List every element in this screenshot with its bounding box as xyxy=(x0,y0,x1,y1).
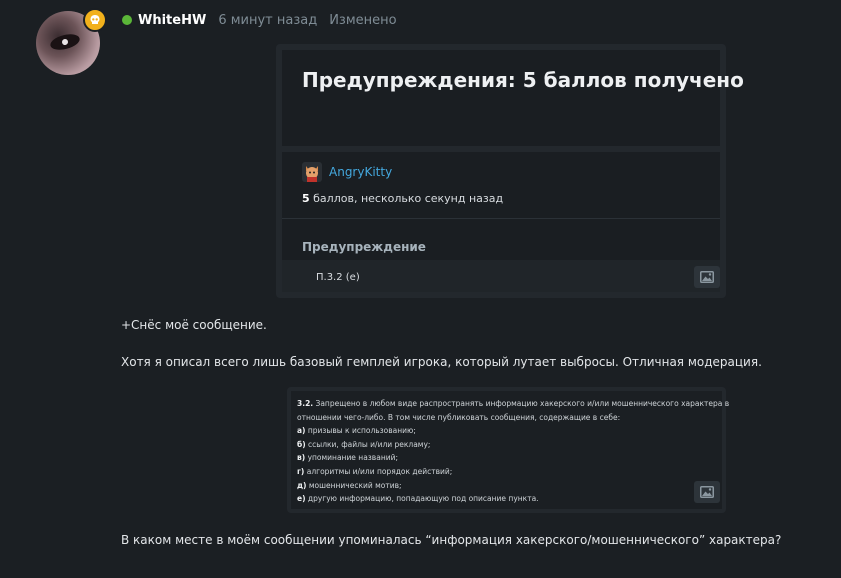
warning-screenshot[interactable]: Предупреждения: 5 баллов получено AngryK… xyxy=(276,44,744,298)
rule-text-line: отношении чего-либо. В том числе публико… xyxy=(297,412,621,422)
post-text-line: В каком месте в моём сообщении упоминала… xyxy=(121,533,782,547)
image-icon[interactable] xyxy=(694,266,720,288)
rule-item: а) призывы к использованию; xyxy=(297,426,416,436)
rule-item: г) алгоритмы и/или порядок действий; xyxy=(297,466,453,476)
points-text: баллов, несколько секунд назад xyxy=(309,192,504,205)
rule-item: д) мошеннический мотив; xyxy=(297,480,402,490)
edited-label[interactable]: Изменено xyxy=(329,13,396,28)
avatar-art xyxy=(48,31,82,53)
warning-section-label: Предупреждение xyxy=(302,240,426,254)
rule-item: е) другую информацию, попадающую под опи… xyxy=(297,494,539,504)
image-icon[interactable] xyxy=(694,481,720,503)
rule-text-line: 3.2. Запрещено в любом виде распространя… xyxy=(297,399,730,408)
rule-number: 3.2. xyxy=(297,399,314,408)
divider xyxy=(282,146,720,152)
post-header: WhiteHW 6 минут назад Изменено xyxy=(122,11,397,29)
giver-name: AngryKitty xyxy=(329,165,393,179)
rule-item: б) ссылки, файлы и/или рекламу; xyxy=(297,439,431,449)
rule-item: в) упоминание названий; xyxy=(297,453,398,463)
author-name[interactable]: WhiteHW xyxy=(138,13,206,28)
post-time[interactable]: 6 минут назад xyxy=(218,13,317,28)
rules-screenshot[interactable]: 3.2. Запрещено в любом виде распространя… xyxy=(287,387,730,513)
warning-points: 5 баллов, несколько секунд назад xyxy=(302,192,503,205)
warning-title: Предупреждения: 5 баллов получено xyxy=(302,68,744,92)
warning-giver: AngryKitty xyxy=(302,162,392,182)
cat-avatar-icon xyxy=(302,162,322,182)
skull-icon xyxy=(83,8,107,32)
post-text-line: Хотя я описал всего лишь базовый гемплей… xyxy=(121,355,762,369)
post-text-line: +Снёс моё сообщение. xyxy=(121,318,267,332)
divider xyxy=(282,218,720,219)
online-status-icon xyxy=(122,15,132,25)
warning-panel: Предупреждения: 5 баллов получено AngryK… xyxy=(282,50,744,292)
points-value: 5 xyxy=(302,192,310,205)
warning-rule: П.3.2 (е) xyxy=(316,272,360,283)
rules-panel: 3.2. Запрещено в любом виде распространя… xyxy=(291,391,730,509)
